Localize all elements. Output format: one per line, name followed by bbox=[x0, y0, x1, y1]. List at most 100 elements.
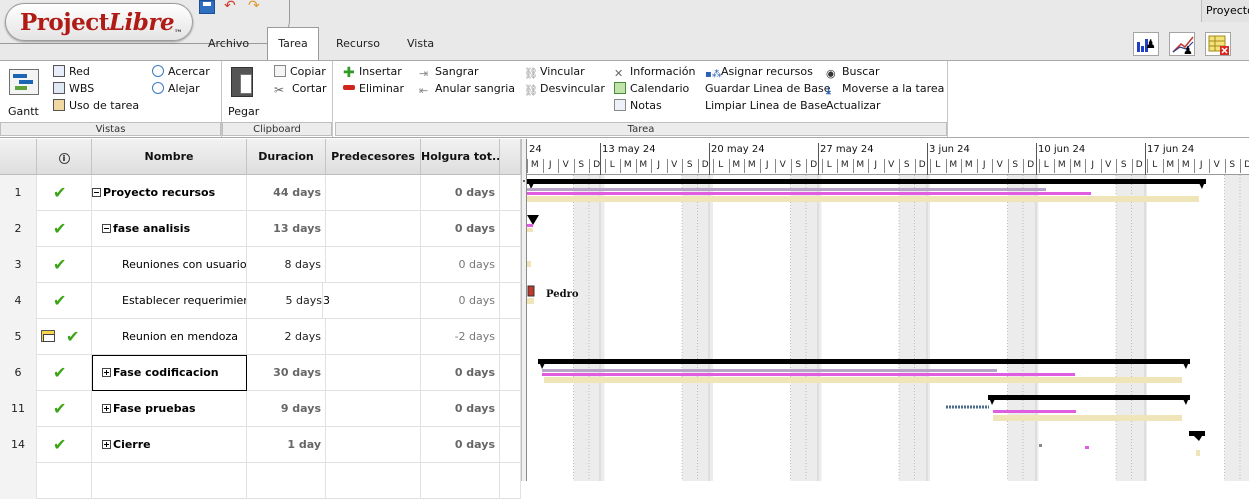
anular-sangria-button[interactable]: ⇤ Anular sangria bbox=[419, 82, 515, 97]
row-duration[interactable]: 9 days bbox=[247, 391, 326, 427]
row-name-cell[interactable]: Cierre bbox=[92, 427, 247, 463]
header-extra[interactable] bbox=[500, 139, 521, 175]
gantt-body[interactable]: Pedro bbox=[527, 175, 1249, 481]
row-name[interactable]: Reunion en mendoza bbox=[92, 319, 247, 355]
row-extra[interactable] bbox=[500, 355, 521, 391]
tab-recurso[interactable]: Recurso bbox=[336, 33, 380, 55]
row-predecessors[interactable] bbox=[326, 355, 421, 391]
table-row[interactable]: 5 ✔ Reunion en mendoza 2 days -2 days bbox=[0, 319, 521, 355]
row-predecessors[interactable] bbox=[326, 463, 421, 499]
table-row[interactable]: 3 ✔ Reuniones con usuarios 8 days 0 days bbox=[0, 247, 521, 283]
desvincular-button[interactable]: ⛓ Desvincular bbox=[524, 82, 605, 97]
row-name-cell[interactable]: fase analisis bbox=[92, 211, 247, 247]
collapse-icon[interactable] bbox=[102, 224, 111, 233]
tab-vista[interactable]: Vista bbox=[407, 33, 434, 55]
row-predecessors[interactable] bbox=[326, 319, 421, 355]
asignar-recursos-button[interactable]: ▪⁂Asignar recursos bbox=[705, 65, 813, 80]
row-predecessors[interactable] bbox=[326, 391, 421, 427]
gantt-chart[interactable]: 24 13 may 24 20 may 24 27 may 24 3 jun 24 10 … bbox=[527, 139, 1249, 481]
row-duration[interactable]: 30 days bbox=[247, 355, 326, 391]
header-nombre[interactable]: Nombre bbox=[92, 139, 247, 175]
row-predecessors[interactable] bbox=[326, 247, 421, 283]
table-row[interactable]: 6 ✔ Fase codificacion 30 days 0 days bbox=[0, 355, 521, 391]
row-slack[interactable]: 0 days bbox=[421, 211, 500, 247]
notas-button[interactable]: Notas bbox=[614, 99, 662, 113]
row-duration[interactable]: 13 days bbox=[247, 211, 326, 247]
row-name-cell[interactable]: Proyecto recursos bbox=[92, 175, 247, 211]
row-slack[interactable]: -2 days bbox=[421, 319, 500, 355]
acercar-button[interactable]: Acercar bbox=[152, 65, 210, 79]
guardar-linea-base-button[interactable]: Guardar Linea de Base bbox=[705, 82, 831, 96]
actualizar-button[interactable]: Actualizar bbox=[826, 99, 881, 113]
pegar-button[interactable]: Pegar bbox=[228, 105, 259, 119]
header-duracion[interactable]: Duracion bbox=[247, 139, 326, 175]
row-duration[interactable]: 1 day bbox=[247, 427, 326, 463]
row-extra[interactable] bbox=[500, 247, 521, 283]
row-extra[interactable] bbox=[500, 463, 521, 499]
row-extra[interactable] bbox=[500, 283, 521, 319]
insertar-button[interactable]: ✚ Insertar bbox=[343, 65, 402, 80]
limpiar-linea-base-button[interactable]: Limpiar Linea de Base bbox=[705, 99, 827, 113]
sangrar-button[interactable]: ⇥ Sangrar bbox=[419, 65, 478, 80]
collapse-icon[interactable] bbox=[92, 188, 101, 197]
cortar-button[interactable]: ✂ Cortar bbox=[274, 82, 327, 96]
row-duration[interactable]: 2 days bbox=[247, 319, 326, 355]
row-extra[interactable] bbox=[500, 391, 521, 427]
row-name[interactable]: Reuniones con usuarios bbox=[92, 247, 247, 283]
row-duration[interactable]: 5 days bbox=[247, 283, 323, 319]
tab-tarea[interactable]: Tarea bbox=[267, 27, 319, 61]
row-slack[interactable]: 0 days bbox=[421, 175, 500, 211]
gantt-canvas[interactable] bbox=[527, 175, 1249, 481]
row-predecessors[interactable] bbox=[326, 175, 421, 211]
row-extra[interactable] bbox=[500, 175, 521, 211]
calendario-button[interactable]: Calendario bbox=[614, 82, 689, 96]
close-view-icon[interactable] bbox=[1205, 32, 1231, 56]
tab-archivo[interactable]: Archivo bbox=[208, 33, 249, 55]
alejar-button[interactable]: Alejar bbox=[152, 82, 200, 96]
resource-histogram-icon[interactable]: ♟ bbox=[1133, 32, 1159, 56]
table-row[interactable]: 4 ✔ Establecer requerimiento 5 days 3 0 … bbox=[0, 283, 521, 319]
row-extra[interactable] bbox=[500, 427, 521, 463]
row-predecessors[interactable]: 3 bbox=[323, 283, 421, 319]
resource-chart-icon[interactable]: ♟ bbox=[1169, 32, 1195, 56]
row-slack[interactable]: 0 days bbox=[421, 355, 500, 391]
row-predecessors[interactable] bbox=[326, 211, 421, 247]
eliminar-button[interactable]: Eliminar bbox=[343, 82, 404, 96]
header-id[interactable] bbox=[0, 139, 37, 175]
row-extra[interactable] bbox=[500, 319, 521, 355]
row-duration[interactable] bbox=[247, 463, 326, 499]
redo-icon[interactable]: ↷ bbox=[248, 0, 264, 14]
row-name[interactable] bbox=[92, 463, 247, 499]
expand-icon[interactable] bbox=[102, 440, 111, 449]
table-row[interactable]: 11 ✔ Fase pruebas 9 days 0 days bbox=[0, 391, 521, 427]
row-slack[interactable] bbox=[421, 463, 500, 499]
row-slack[interactable]: 0 days bbox=[421, 391, 500, 427]
undo-icon[interactable]: ↶ bbox=[224, 0, 240, 14]
save-icon[interactable] bbox=[199, 0, 215, 14]
moverse-button[interactable]: ⤓ Moverse a la tarea bbox=[826, 82, 944, 97]
wbs-button[interactable]: WBS bbox=[53, 82, 94, 96]
row-extra[interactable] bbox=[500, 211, 521, 247]
informacion-button[interactable]: ✕ Información bbox=[614, 65, 695, 80]
row-predecessors[interactable] bbox=[326, 427, 421, 463]
expand-icon[interactable] bbox=[102, 368, 111, 377]
table-row[interactable]: 14 ✔ Cierre 1 day 0 days bbox=[0, 427, 521, 463]
table-row-empty[interactable] bbox=[0, 463, 521, 499]
copiar-button[interactable]: Copiar bbox=[274, 65, 326, 79]
row-duration[interactable]: 44 days bbox=[247, 175, 326, 211]
header-indicators[interactable]: i bbox=[37, 139, 92, 175]
row-name[interactable]: Establecer requerimiento bbox=[92, 283, 247, 319]
uso-tarea-button[interactable]: Uso de tarea bbox=[53, 99, 139, 113]
vincular-button[interactable]: ⛓ Vincular bbox=[524, 65, 585, 80]
red-button[interactable]: Red bbox=[53, 65, 90, 79]
buscar-button[interactable]: ◉ Buscar bbox=[826, 65, 880, 80]
table-row[interactable]: 1 ✔ Proyecto recursos 44 days 0 days bbox=[0, 175, 521, 211]
row-name-cell[interactable]: Fase codificacion bbox=[92, 355, 247, 391]
row-name-cell[interactable]: Fase pruebas bbox=[92, 391, 247, 427]
row-duration[interactable]: 8 days bbox=[247, 247, 326, 283]
header-holgura[interactable]: Holgura tot... bbox=[421, 139, 500, 175]
expand-icon[interactable] bbox=[102, 404, 111, 413]
table-row[interactable]: 2 ✔ fase analisis 13 days 0 days bbox=[0, 211, 521, 247]
header-predecesores[interactable]: Predecesores bbox=[326, 139, 421, 175]
row-slack[interactable]: 0 days bbox=[421, 247, 500, 283]
